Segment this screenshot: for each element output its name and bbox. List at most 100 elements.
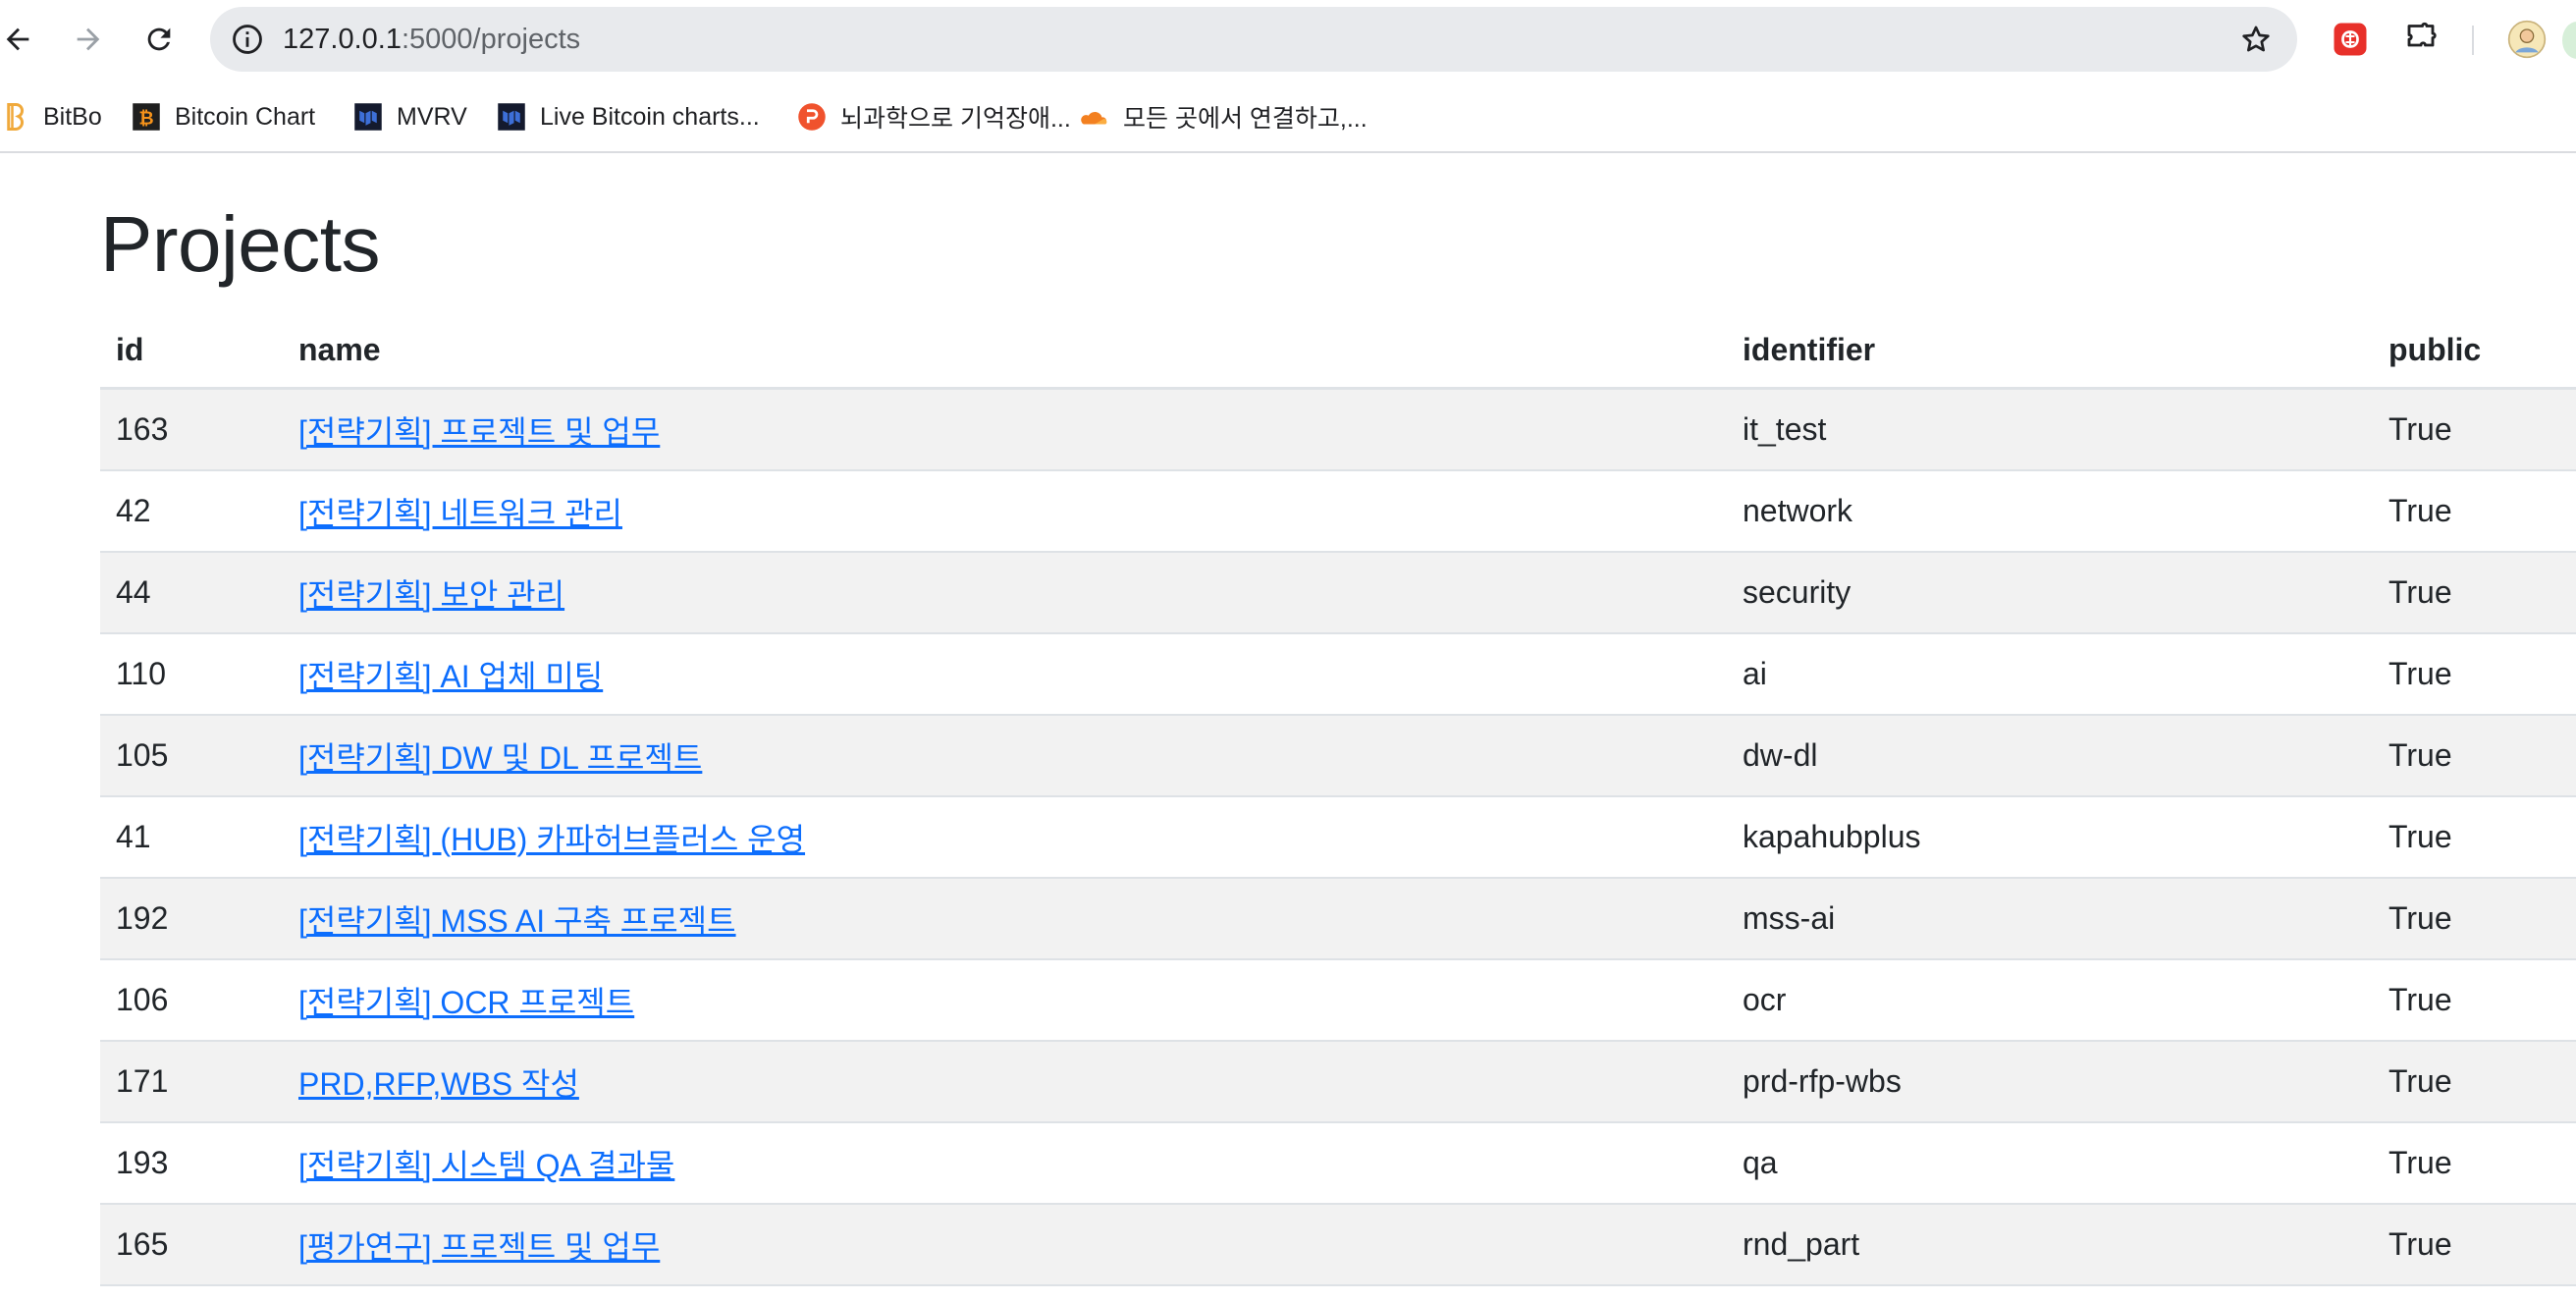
cell-public: True <box>2373 1041 2576 1123</box>
table-row: 192 [전략기획] MSS AI 구축 프로젝트 mss-ai True <box>100 878 2576 960</box>
project-link[interactable]: [평가연구] 프로젝트 및 업무 <box>298 1229 660 1265</box>
table-row: 106 [전략기획] OCR 프로젝트 ocr True <box>100 959 2576 1042</box>
cell-id: 44 <box>100 552 283 634</box>
cell-id: 192 <box>100 878 283 960</box>
cell-name: [전략기획] MSS AI 구축 프로젝트 <box>283 878 1727 960</box>
url-path: :5000/projects <box>401 24 581 55</box>
projects-table: id name identifier public 163 [전략기획] 프로젝… <box>100 312 2576 1286</box>
cell-name: [전략기획] (HUB) 카파허브플러스 운영 <box>283 796 1727 879</box>
cell-name: [평가연구] 프로젝트 및 업무 <box>283 1204 1727 1286</box>
table-row: 41 [전략기획] (HUB) 카파허브플러스 운영 kapahubplus T… <box>100 796 2576 879</box>
table-row: 163 [전략기획] 프로젝트 및 업무 it_test True <box>100 388 2576 471</box>
column-header-id: id <box>100 312 283 390</box>
cell-id: 105 <box>100 715 283 797</box>
bookmark-label: 모든 곳에서 연결하고,... <box>1123 105 1368 133</box>
site-info-icon[interactable] <box>228 20 267 59</box>
cell-identifier: qa <box>1727 1122 2373 1205</box>
table-row: 193 [전략기획] 시스템 QA 결과물 qa True <box>100 1122 2576 1205</box>
cell-name: [전략기획] 보안 관리 <box>283 552 1727 634</box>
cell-identifier: ai <box>1727 633 2373 716</box>
cell-id: 163 <box>100 388 283 471</box>
bookmark-label: Live Bitcoin charts... <box>540 102 760 131</box>
arrow-left-icon <box>6 27 29 51</box>
brain-extension-icon[interactable] <box>2329 18 2372 61</box>
cell-identifier: ocr <box>1727 959 2373 1042</box>
url-text[interactable]: 127.0.0.1:5000/projects <box>283 7 580 72</box>
table-header-row: id name identifier public <box>100 312 2576 390</box>
table-row: 44 [전략기획] 보안 관리 security True <box>100 552 2576 634</box>
table-row: 165 [평가연구] 프로젝트 및 업무 rnd_part True <box>100 1204 2576 1286</box>
cell-id: 42 <box>100 470 283 553</box>
back-button[interactable] <box>0 12 45 67</box>
cell-public: True <box>2373 1204 2576 1286</box>
cell-identifier: prd-rfp-wbs <box>1727 1041 2373 1123</box>
page-title: Projects <box>100 200 380 288</box>
cell-id: 165 <box>100 1204 283 1286</box>
cell-id: 171 <box>100 1041 283 1123</box>
cell-id: 106 <box>100 959 283 1042</box>
project-link[interactable]: [전략기획] 네트워크 관리 <box>298 496 622 531</box>
svg-text:₿: ₿ <box>138 109 153 130</box>
project-link[interactable]: [전략기획] 보안 관리 <box>298 577 564 613</box>
cell-identifier: dw-dl <box>1727 715 2373 797</box>
cell-name: [전략기획] DW 및 DL 프로젝트 <box>283 715 1727 797</box>
bookmark-brain-site[interactable]: 뇌과학으로 기억장애... <box>797 92 1071 141</box>
project-link[interactable]: [전략기획] AI 업체 미팅 <box>298 659 603 694</box>
cell-identifier: network <box>1727 470 2373 553</box>
bitcoin-chart-icon: ₿ <box>132 102 161 132</box>
cell-public: True <box>2373 633 2576 716</box>
cell-identifier: it_test <box>1727 388 2373 471</box>
project-link[interactable]: PRD,RFP,WBS 작성 <box>298 1066 579 1102</box>
table-row: 105 [전략기획] DW 및 DL 프로젝트 dw-dl True <box>100 715 2576 797</box>
project-link[interactable]: [전략기획] (HUB) 카파허브플러스 운영 <box>298 822 805 857</box>
bookmark-label: Bitcoin Chart <box>175 102 316 131</box>
cell-name: [전략기획] 프로젝트 및 업무 <box>283 388 1727 471</box>
column-header-name: name <box>283 312 1727 390</box>
table-header: id name identifier public <box>100 312 2576 390</box>
cell-identifier: security <box>1727 552 2373 634</box>
project-link[interactable]: [전략기획] 시스템 QA 결과물 <box>298 1148 674 1183</box>
extensions-puzzle-icon[interactable] <box>2399 18 2442 61</box>
url-host: 127.0.0.1 <box>283 24 402 55</box>
cell-public: True <box>2373 388 2576 471</box>
bookmark-mvrv[interactable]: MVRV <box>353 92 467 141</box>
cell-public: True <box>2373 878 2576 960</box>
bookmark-bitcoin-chart[interactable]: ₿ Bitcoin Chart <box>132 92 315 141</box>
reload-button[interactable] <box>132 12 187 67</box>
arrow-right-icon <box>77 27 100 51</box>
cell-id: 110 <box>100 633 283 716</box>
live-bitcoin-icon <box>497 102 526 132</box>
cell-public: True <box>2373 470 2576 553</box>
table-row: 42 [전략기획] 네트워크 관리 network True <box>100 470 2576 553</box>
cell-identifier: mss-ai <box>1727 878 2373 960</box>
cell-public: True <box>2373 796 2576 879</box>
profile-avatar[interactable] <box>2505 18 2549 61</box>
cloudflare-icon <box>1080 102 1109 132</box>
bookmark-label: 뇌과학으로 기억장애... <box>840 105 1071 133</box>
cell-id: 41 <box>100 796 283 879</box>
table-body: 163 [전략기획] 프로젝트 및 업무 it_test True 42 [전략… <box>100 388 2576 1286</box>
cell-name: [전략기획] AI 업체 미팅 <box>283 633 1727 716</box>
bookmark-label: MVRV <box>397 102 467 131</box>
project-link[interactable]: [전략기획] OCR 프로젝트 <box>298 985 634 1020</box>
bookmarks-bar: BitBo ₿ Bitcoin Chart MVRV Live Bitcoin … <box>0 84 2576 149</box>
brain-site-icon <box>797 102 827 132</box>
forward-button[interactable] <box>61 12 116 67</box>
cell-name: [전략기획] 시스템 QA 결과물 <box>283 1122 1727 1205</box>
address-bar[interactable]: 127.0.0.1:5000/projects <box>210 7 2297 72</box>
bookmark-live-bitcoin[interactable]: Live Bitcoin charts... <box>497 92 760 141</box>
cell-name: PRD,RFP,WBS 작성 <box>283 1041 1727 1123</box>
cell-id: 193 <box>100 1122 283 1205</box>
bitbo-icon <box>0 102 29 132</box>
mvrv-icon <box>353 102 383 132</box>
project-link[interactable]: [전략기획] MSS AI 구축 프로젝트 <box>298 903 736 939</box>
bookmark-bitbo[interactable]: BitBo <box>0 92 102 141</box>
project-link[interactable]: [전략기획] DW 및 DL 프로젝트 <box>298 740 702 776</box>
profile-edge-icon <box>2562 22 2576 59</box>
bookmark-cloudflare[interactable]: 모든 곳에서 연결하고,... <box>1080 92 1368 141</box>
project-link[interactable]: [전략기획] 프로젝트 및 업무 <box>298 414 660 450</box>
cell-name: [전략기획] 네트워크 관리 <box>283 470 1727 553</box>
chrome-divider <box>0 151 2576 153</box>
toolbar-separator <box>2472 26 2474 55</box>
bookmark-star-icon[interactable] <box>2236 20 2276 59</box>
